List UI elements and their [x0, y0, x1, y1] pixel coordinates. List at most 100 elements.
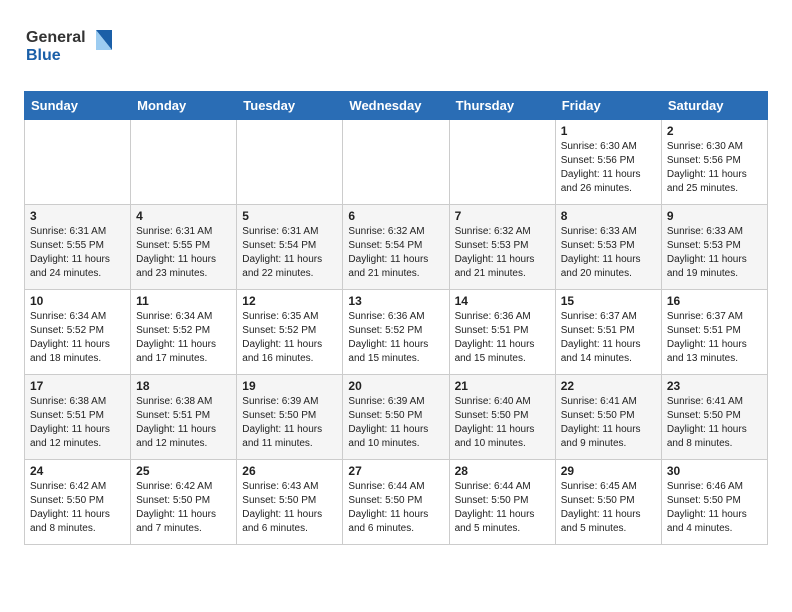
day-info: Sunrise: 6:31 AM Sunset: 5:55 PM Dayligh… — [136, 225, 231, 281]
calendar-cell: 30Sunrise: 6:46 AM Sunset: 5:50 PM Dayli… — [661, 460, 767, 545]
calendar-header-row: SundayMondayTuesdayWednesdayThursdayFrid… — [25, 92, 768, 120]
calendar-cell: 3 Sunrise: 6:31 AM Sunset: 5:55 PM Daylig… — [25, 205, 131, 290]
day-number: 11 — [136, 294, 231, 308]
day-info: Sunrise: 6:37 AM Sunset: 5:51 PM Dayligh… — [561, 310, 656, 366]
day-info: Sunrise: 6:39 AM Sunset: 5:50 PM Dayligh… — [242, 395, 337, 451]
day-number: 5 — [242, 209, 337, 223]
day-info: Sunrise: 6:42 AM Sunset: 5:50 PM Dayligh… — [30, 480, 125, 536]
day-info: Sunrise: 6:41 AM Sunset: 5:50 PM Dayligh… — [561, 395, 656, 451]
calendar-cell: 14 Sunrise: 6:36 AM Sunset: 5:51 PM Dayli… — [449, 290, 555, 375]
calendar-cell: 5Sunrise: 6:31 AM Sunset: 5:54 PM Daylig… — [237, 205, 343, 290]
calendar-cell — [237, 120, 343, 205]
day-info: Sunrise: 6:39 AM Sunset: 5:50 PM Dayligh… — [348, 395, 443, 451]
day-number: 14 — [455, 294, 550, 308]
calendar-cell: 16Sunrise: 6:37 AM Sunset: 5:51 PM Dayli… — [661, 290, 767, 375]
calendar-cell — [449, 120, 555, 205]
day-info: Sunrise: 6:38 AM Sunset: 5:51 PM Dayligh… — [136, 395, 231, 451]
col-header-thursday: Thursday — [449, 92, 555, 120]
calendar-cell: 24 Sunrise: 6:42 AM Sunset: 5:50 PM Dayli… — [25, 460, 131, 545]
day-number: 24 — [30, 464, 125, 478]
calendar-cell: 6 Sunrise: 6:32 AM Sunset: 5:54 PM Daylig… — [343, 205, 449, 290]
day-info: Sunrise: 6:34 AM Sunset: 5:52 PM Dayligh… — [30, 310, 125, 366]
calendar-cell: 20 Sunrise: 6:39 AM Sunset: 5:50 PM Dayli… — [343, 375, 449, 460]
calendar-cell: 28 Sunrise: 6:44 AM Sunset: 5:50 PM Dayli… — [449, 460, 555, 545]
calendar-week-2: 3 Sunrise: 6:31 AM Sunset: 5:55 PM Daylig… — [25, 205, 768, 290]
day-number: 19 — [242, 379, 337, 393]
calendar-week-4: 17 Sunrise: 6:38 AM Sunset: 5:51 PM Dayli… — [25, 375, 768, 460]
day-number: 29 — [561, 464, 656, 478]
col-header-saturday: Saturday — [661, 92, 767, 120]
calendar-cell — [131, 120, 237, 205]
calendar-cell: 11 Sunrise: 6:34 AM Sunset: 5:52 PM Dayli… — [131, 290, 237, 375]
calendar-cell: 29 Sunrise: 6:45 AM Sunset: 5:50 PM Dayli… — [555, 460, 661, 545]
calendar-cell — [343, 120, 449, 205]
day-number: 3 — [30, 209, 125, 223]
day-number: 18 — [136, 379, 231, 393]
day-number: 1 — [561, 124, 656, 138]
calendar-cell: 25 Sunrise: 6:42 AM Sunset: 5:50 PM Dayli… — [131, 460, 237, 545]
calendar-cell: 2 Sunrise: 6:30 AM Sunset: 5:56 PM Daylig… — [661, 120, 767, 205]
calendar-cell: 27 Sunrise: 6:44 AM Sunset: 5:50 PM Dayli… — [343, 460, 449, 545]
day-number: 22 — [561, 379, 656, 393]
day-number: 21 — [455, 379, 550, 393]
header: General Blue — [24, 20, 768, 75]
day-info: Sunrise: 6:33 AM Sunset: 5:53 PM Dayligh… — [667, 225, 762, 281]
day-number: 27 — [348, 464, 443, 478]
day-info: Sunrise: 6:43 AM Sunset: 5:50 PM Dayligh… — [242, 480, 337, 536]
calendar-week-1: 1 Sunrise: 6:30 AM Sunset: 5:56 PM Daylig… — [25, 120, 768, 205]
day-info: Sunrise: 6:35 AM Sunset: 5:52 PM Dayligh… — [242, 310, 337, 366]
day-number: 26 — [242, 464, 337, 478]
calendar-cell — [25, 120, 131, 205]
col-header-sunday: Sunday — [25, 92, 131, 120]
day-info: Sunrise: 6:36 AM Sunset: 5:51 PM Dayligh… — [455, 310, 550, 366]
day-info: Sunrise: 6:33 AM Sunset: 5:53 PM Dayligh… — [561, 225, 656, 281]
day-number: 17 — [30, 379, 125, 393]
day-number: 7 — [455, 209, 550, 223]
day-info: Sunrise: 6:30 AM Sunset: 5:56 PM Dayligh… — [561, 140, 656, 196]
svg-text:Blue: Blue — [26, 47, 61, 64]
day-info: Sunrise: 6:30 AM Sunset: 5:56 PM Dayligh… — [667, 140, 762, 196]
calendar-cell: 18 Sunrise: 6:38 AM Sunset: 5:51 PM Dayli… — [131, 375, 237, 460]
day-info: Sunrise: 6:38 AM Sunset: 5:51 PM Dayligh… — [30, 395, 125, 451]
calendar-cell: 9 Sunrise: 6:33 AM Sunset: 5:53 PM Daylig… — [661, 205, 767, 290]
day-info: Sunrise: 6:44 AM Sunset: 5:50 PM Dayligh… — [455, 480, 550, 536]
calendar-cell: 23Sunrise: 6:41 AM Sunset: 5:50 PM Dayli… — [661, 375, 767, 460]
day-info: Sunrise: 6:44 AM Sunset: 5:50 PM Dayligh… — [348, 480, 443, 536]
day-number: 9 — [667, 209, 762, 223]
calendar-cell: 21 Sunrise: 6:40 AM Sunset: 5:50 PM Dayli… — [449, 375, 555, 460]
day-info: Sunrise: 6:36 AM Sunset: 5:52 PM Dayligh… — [348, 310, 443, 366]
logo: General Blue — [24, 20, 114, 75]
calendar-cell: 26 Sunrise: 6:43 AM Sunset: 5:50 PM Dayli… — [237, 460, 343, 545]
logo-icon: General Blue — [24, 20, 114, 70]
day-number: 2 — [667, 124, 762, 138]
day-number: 13 — [348, 294, 443, 308]
calendar-cell: 7Sunrise: 6:32 AM Sunset: 5:53 PM Daylig… — [449, 205, 555, 290]
calendar-cell: 12 Sunrise: 6:35 AM Sunset: 5:52 PM Dayli… — [237, 290, 343, 375]
calendar-week-3: 10 Sunrise: 6:34 AM Sunset: 5:52 PM Dayli… — [25, 290, 768, 375]
calendar-cell: 1 Sunrise: 6:30 AM Sunset: 5:56 PM Daylig… — [555, 120, 661, 205]
day-info: Sunrise: 6:37 AM Sunset: 5:51 PM Dayligh… — [667, 310, 762, 366]
day-number: 25 — [136, 464, 231, 478]
col-header-wednesday: Wednesday — [343, 92, 449, 120]
svg-text:General: General — [26, 29, 86, 46]
day-number: 4 — [136, 209, 231, 223]
day-number: 28 — [455, 464, 550, 478]
day-info: Sunrise: 6:42 AM Sunset: 5:50 PM Dayligh… — [136, 480, 231, 536]
day-info: Sunrise: 6:31 AM Sunset: 5:55 PM Dayligh… — [30, 225, 125, 281]
col-header-tuesday: Tuesday — [237, 92, 343, 120]
day-info: Sunrise: 6:45 AM Sunset: 5:50 PM Dayligh… — [561, 480, 656, 536]
day-info: Sunrise: 6:34 AM Sunset: 5:52 PM Dayligh… — [136, 310, 231, 366]
calendar-cell: 8Sunrise: 6:33 AM Sunset: 5:53 PM Daylig… — [555, 205, 661, 290]
page: General Blue SundayMondayTuesdayWednesda… — [0, 0, 792, 565]
day-info: Sunrise: 6:40 AM Sunset: 5:50 PM Dayligh… — [455, 395, 550, 451]
day-info: Sunrise: 6:32 AM Sunset: 5:54 PM Dayligh… — [348, 225, 443, 281]
day-number: 6 — [348, 209, 443, 223]
day-number: 20 — [348, 379, 443, 393]
day-number: 12 — [242, 294, 337, 308]
calendar-week-5: 24 Sunrise: 6:42 AM Sunset: 5:50 PM Dayli… — [25, 460, 768, 545]
calendar-cell: 17 Sunrise: 6:38 AM Sunset: 5:51 PM Dayli… — [25, 375, 131, 460]
day-number: 10 — [30, 294, 125, 308]
day-number: 15 — [561, 294, 656, 308]
calendar-cell: 10 Sunrise: 6:34 AM Sunset: 5:52 PM Dayli… — [25, 290, 131, 375]
calendar-table: SundayMondayTuesdayWednesdayThursdayFrid… — [24, 91, 768, 545]
